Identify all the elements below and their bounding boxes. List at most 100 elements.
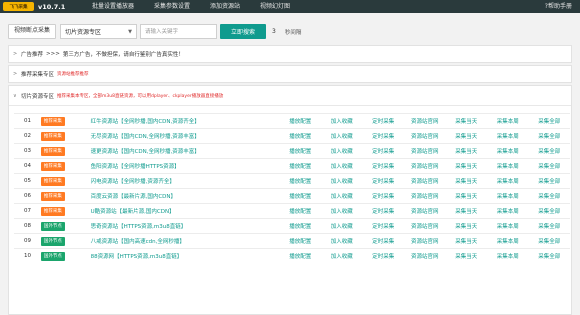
collect-week-button[interactable]: 采集本周 xyxy=(486,143,529,159)
play-config-button[interactable]: 播放配置 xyxy=(279,158,322,174)
collect-week-button[interactable]: 采集本周 xyxy=(486,248,529,264)
source-website-link[interactable]: 资源站官网 xyxy=(403,143,446,159)
row-tag-cell: 推荐采集 xyxy=(38,143,87,159)
source-website-link[interactable]: 资源站官网 xyxy=(403,128,446,144)
collect-today-button[interactable]: 采集当天 xyxy=(445,248,487,264)
source-website-link[interactable]: 资源站官网 xyxy=(403,113,446,129)
add-favorite-button[interactable]: 加入收藏 xyxy=(321,203,363,219)
add-favorite-button[interactable]: 加入收藏 xyxy=(321,128,363,144)
source-website-link[interactable]: 资源站官网 xyxy=(403,248,446,264)
source-name-link[interactable]: 速更资源站【国内CDN,全网秒播,资源丰富】 xyxy=(86,143,280,159)
collect-all-button[interactable]: 采集全部 xyxy=(528,248,570,264)
nav-video-slides[interactable]: 视频幻灯图 xyxy=(250,0,300,13)
add-favorite-button[interactable]: 加入收藏 xyxy=(321,188,363,204)
ad-panel-header[interactable]: > 广告推荐 >>> 第三方广告，不做担保，请自行鉴别广告真实性！ xyxy=(9,46,571,62)
collect-today-button[interactable]: 采集当天 xyxy=(445,203,487,219)
scheduled-collect-button[interactable]: 定时采集 xyxy=(362,143,404,159)
source-website-link[interactable]: 资源站官网 xyxy=(403,233,446,249)
scheduled-collect-button[interactable]: 定时采集 xyxy=(362,248,404,264)
source-name-link[interactable]: 88资源网【HTTPS资源,m3u8直链】 xyxy=(86,248,280,264)
play-config-button[interactable]: 播放配置 xyxy=(279,218,322,234)
scheduled-collect-button[interactable]: 定时采集 xyxy=(362,188,404,204)
scheduled-collect-button[interactable]: 定时采集 xyxy=(362,128,404,144)
source-name-link[interactable]: 鱼阳资源站【全网秒播HTTPS资源】 xyxy=(86,158,280,174)
row-tag-cell: 推荐采集 xyxy=(38,203,87,219)
play-config-button[interactable]: 播放配置 xyxy=(279,113,322,129)
add-favorite-button[interactable]: 加入收藏 xyxy=(321,158,363,174)
play-config-button[interactable]: 播放配置 xyxy=(279,128,322,144)
recommend-panel-header[interactable]: > 推荐采集专区 资源站推荐推荐 xyxy=(9,66,571,82)
scheduled-collect-button[interactable]: 定时采集 xyxy=(362,203,404,219)
source-website-link[interactable]: 资源站官网 xyxy=(403,173,446,189)
collect-all-button[interactable]: 采集全部 xyxy=(528,143,570,159)
play-config-button[interactable]: 播放配置 xyxy=(279,188,322,204)
collect-week-button[interactable]: 采集本周 xyxy=(486,128,529,144)
collect-today-button[interactable]: 采集当天 xyxy=(445,143,487,159)
source-name-link[interactable]: 无尽资源站【国内CDN,全网秒播,资源丰富】 xyxy=(86,128,280,144)
scheduled-collect-button[interactable]: 定时采集 xyxy=(362,158,404,174)
search-input[interactable] xyxy=(140,24,218,39)
collect-today-button[interactable]: 采集当天 xyxy=(445,128,487,144)
collect-week-button[interactable]: 采集本周 xyxy=(486,188,529,204)
collect-all-button[interactable]: 采集全部 xyxy=(528,113,570,129)
source-website-link[interactable]: 资源站官网 xyxy=(403,188,446,204)
play-config-button[interactable]: 播放配置 xyxy=(279,203,322,219)
play-config-button[interactable]: 播放配置 xyxy=(279,248,322,264)
scheduled-collect-button[interactable]: 定时采集 xyxy=(362,218,404,234)
collect-today-button[interactable]: 采集当天 xyxy=(445,218,487,234)
collect-all-button[interactable]: 采集全部 xyxy=(528,203,570,219)
play-config-button[interactable]: 播放配置 xyxy=(279,233,322,249)
add-favorite-button[interactable]: 加入收藏 xyxy=(321,113,363,129)
search-button[interactable]: 立即搜索 xyxy=(220,24,267,39)
collect-week-button[interactable]: 采集本周 xyxy=(486,218,529,234)
scheduled-collect-button[interactable]: 定时采集 xyxy=(362,113,404,129)
collect-week-button[interactable]: 采集本周 xyxy=(486,203,529,219)
slice-panel-header[interactable]: ∨ 切片资源专区 推荐采集本专区，全部m3u8直链资源，可以用dplayer、c… xyxy=(9,86,571,106)
source-name-link[interactable]: 八戒资源站【国内高速cdn,全网秒播】 xyxy=(86,233,280,249)
collect-all-button[interactable]: 采集全部 xyxy=(528,128,570,144)
collect-all-button[interactable]: 采集全部 xyxy=(528,218,570,234)
add-favorite-button[interactable]: 加入收藏 xyxy=(321,248,363,264)
source-name-link[interactable]: 闪电资源站【全网秒播,资源齐全】 xyxy=(86,173,280,189)
ad-panel-note: 第三方广告，不做担保，请自行鉴别广告真实性！ xyxy=(62,52,184,58)
source-name-link[interactable]: U酷资源站【最新片源,国内CDN】 xyxy=(86,203,280,219)
help-link[interactable]: ?帮助手册 xyxy=(545,0,572,13)
collect-week-button[interactable]: 采集本周 xyxy=(486,233,529,249)
collect-week-button[interactable]: 采集本周 xyxy=(486,173,529,189)
collect-week-button[interactable]: 采集本周 xyxy=(486,113,529,129)
source-name-link[interactable]: 思奇资源站【HTTPS资源,m3u8直链】 xyxy=(86,218,280,234)
ad-separator: >>> xyxy=(46,51,60,57)
recommend-panel: > 推荐采集专区 资源站推荐推荐 xyxy=(8,65,572,83)
collect-all-button[interactable]: 采集全部 xyxy=(528,188,570,204)
source-website-link[interactable]: 资源站官网 xyxy=(403,158,446,174)
category-select[interactable]: 切片资源专区 ▼ xyxy=(60,24,138,39)
collect-today-button[interactable]: 采集当天 xyxy=(445,188,487,204)
source-name-link[interactable]: 百度云资源【最新片源,国内CDN】 xyxy=(86,188,280,204)
play-config-button[interactable]: 播放配置 xyxy=(279,143,322,159)
add-favorite-button[interactable]: 加入收藏 xyxy=(321,173,363,189)
nav-collect-settings[interactable]: 采集参数设置 xyxy=(144,0,200,13)
collect-today-button[interactable]: 采集当天 xyxy=(445,233,487,249)
breakpoint-collect-button[interactable]: 视频断点采集 xyxy=(8,24,57,39)
nav-batch-player[interactable]: 批量设置播放器 xyxy=(88,0,144,13)
source-name-link[interactable]: 红牛资源站【全网秒播,国内CDN,资源齐全】 xyxy=(86,113,280,129)
collect-all-button[interactable]: 采集全部 xyxy=(528,158,570,174)
collect-week-button[interactable]: 采集本周 xyxy=(486,158,529,174)
interval-value[interactable]: 3 xyxy=(272,28,276,35)
collect-all-button[interactable]: 采集全部 xyxy=(528,233,570,249)
source-website-link[interactable]: 资源站官网 xyxy=(403,218,446,234)
slice-panel: ∨ 切片资源专区 推荐采集本专区，全部m3u8直链资源，可以用dplayer、c… xyxy=(8,85,572,315)
scheduled-collect-button[interactable]: 定时采集 xyxy=(362,233,404,249)
source-website-link[interactable]: 资源站官网 xyxy=(403,203,446,219)
play-config-button[interactable]: 播放配置 xyxy=(279,173,322,189)
collect-today-button[interactable]: 采集当天 xyxy=(445,113,487,129)
collect-today-button[interactable]: 采集当天 xyxy=(445,173,487,189)
add-favorite-button[interactable]: 加入收藏 xyxy=(321,143,363,159)
collect-all-button[interactable]: 采集全部 xyxy=(528,173,570,189)
add-favorite-button[interactable]: 加入收藏 xyxy=(321,218,363,234)
add-favorite-button[interactable]: 加入收藏 xyxy=(321,233,363,249)
scheduled-collect-button[interactable]: 定时采集 xyxy=(362,173,404,189)
collect-today-button[interactable]: 采集当天 xyxy=(445,158,487,174)
nav-add-source[interactable]: 添加资源站 xyxy=(200,0,250,13)
row-tag-cell: 推荐采集 xyxy=(38,158,87,174)
